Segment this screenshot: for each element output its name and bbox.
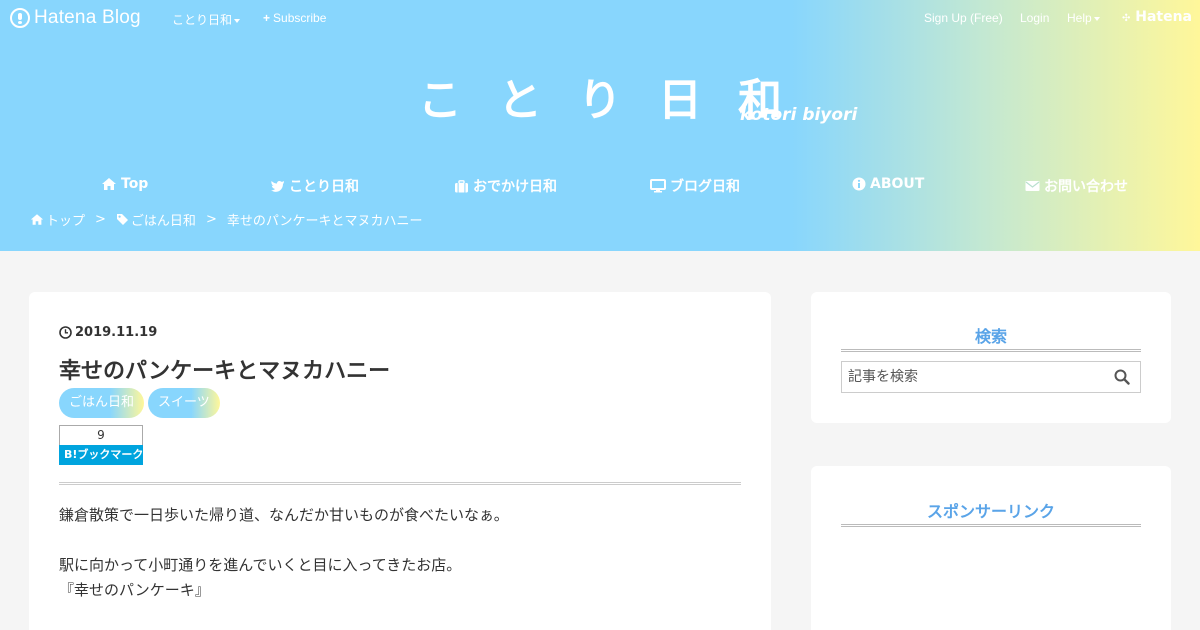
entry-title[interactable]: 幸せのパンケーキとマヌカハニー (59, 353, 390, 385)
help-label: Help (1067, 11, 1092, 25)
hatena-link[interactable]: ✣ Hatena (1122, 9, 1192, 25)
entry-paragraph: 鎌倉散策で一日歩いた帰り道、なんだか甘いものが食べたいなぁ。 (59, 506, 509, 524)
gnav-label: ABOUT (870, 176, 925, 192)
hatena-label: Hatena (1135, 9, 1192, 25)
tag-icon (116, 214, 128, 225)
signup-link[interactable]: Sign Up (Free) (924, 11, 1003, 25)
bird-icon (271, 181, 284, 192)
sponsor-module-title: スポンサーリンク (926, 502, 1055, 521)
hatena-blog-logo[interactable]: Hatena Blog (10, 7, 141, 29)
hatena-topbar: Hatena Blog ことり日和 + Subscribe Sign Up (Fr… (0, 0, 1200, 36)
site-header: Hatena Blog ことり日和 + Subscribe Sign Up (Fr… (0, 0, 1200, 251)
plus-icon: + (263, 11, 271, 25)
blog-menu-dropdown[interactable]: ことり日和 (172, 11, 241, 28)
entry-date-text: 2019.11.19 (75, 325, 158, 340)
blog-menu-label: ことり日和 (172, 13, 233, 27)
gnav-label: お問い合わせ (1044, 179, 1128, 195)
breadcrumb-category[interactable]: ごはん日和 (131, 210, 196, 229)
hatena-bookmark-button[interactable]: 9 B!ブックマーク (59, 425, 143, 465)
info-icon (852, 177, 866, 191)
site-subtitle: kotori biyori (740, 105, 858, 125)
suitcase-icon (455, 179, 468, 192)
gnav-item-contact[interactable]: お問い合わせ (1025, 176, 1128, 196)
search-module-title: 検索 (974, 327, 1007, 346)
entry-date: 2019.11.19 (59, 325, 157, 340)
gnav-label: ブログ日和 (670, 179, 740, 195)
bookmark-label: B!ブックマーク (59, 445, 143, 465)
sponsor-module-divider (841, 524, 1141, 527)
site-title[interactable]: ことり日和 (0, 64, 1200, 128)
search-icon[interactable] (1114, 369, 1130, 385)
gnav-item-blog[interactable]: ブログ日和 (650, 176, 740, 196)
gnav-item-about[interactable]: ABOUT (852, 176, 924, 192)
sponsor-module (811, 466, 1171, 630)
breadcrumb-home[interactable]: トップ (46, 210, 85, 229)
login-link[interactable]: Login (1020, 11, 1049, 25)
subscribe-label: Subscribe (273, 11, 327, 25)
home-icon (102, 178, 116, 190)
hatena-mark-icon: ✣ (1121, 13, 1131, 24)
monitor-icon (650, 179, 666, 193)
subscribe-button[interactable]: + Subscribe (263, 11, 326, 25)
caret-down-icon (1093, 16, 1100, 21)
clock-icon (59, 326, 72, 339)
help-dropdown[interactable]: Help (1067, 11, 1100, 25)
home-icon (30, 214, 44, 225)
gnav-item-odekake[interactable]: おでかけ日和 (454, 176, 557, 196)
bookmark-count: 9 (59, 425, 143, 445)
search-module (811, 292, 1171, 423)
gnav-label: おでかけ日和 (473, 179, 557, 195)
hatena-blog-logo-icon (10, 8, 30, 28)
breadcrumb-current: 幸せのパンケーキとマヌカハニー (226, 214, 423, 229)
search-module-divider (841, 349, 1141, 352)
breadcrumb-separator: > (205, 212, 217, 227)
hatena-blog-brand: Hatena Blog (34, 7, 141, 28)
breadcrumb: トップ > ごはん日和 > 幸せのパンケーキとマヌカハニー (30, 210, 423, 229)
entry-paragraph: 駅に向かって小町通りを進んでいくと目に入ってきたお店。 (59, 556, 462, 574)
gnav-item-kotori[interactable]: ことり日和 (270, 176, 359, 196)
gnav-item-top[interactable]: Top (101, 176, 148, 192)
category-tag-sweets[interactable]: スイーツ (148, 388, 220, 418)
caret-down-icon (234, 18, 241, 23)
entry-paragraph: 『幸せのパンケーキ』 (59, 581, 210, 599)
category-tag-gohan[interactable]: ごはん日和 (59, 388, 145, 418)
envelope-icon (1025, 181, 1040, 191)
search-input[interactable] (842, 362, 1102, 392)
gnav-label: Top (121, 176, 149, 192)
gnav-label: ことり日和 (289, 179, 359, 195)
entry-divider (59, 482, 741, 485)
breadcrumb-separator: > (95, 212, 106, 227)
search-box (841, 361, 1141, 393)
